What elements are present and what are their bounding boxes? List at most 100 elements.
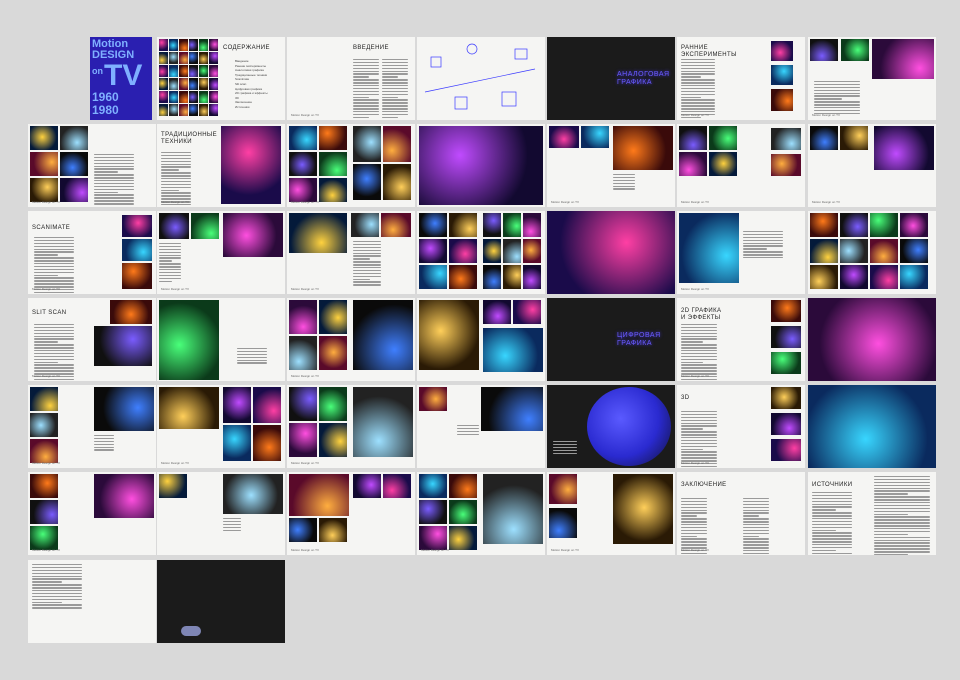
image-thumbnail xyxy=(419,474,447,498)
text-line xyxy=(382,99,408,101)
text-line xyxy=(161,195,191,197)
page-thumbnail[interactable] xyxy=(417,37,545,120)
text-line xyxy=(874,504,930,507)
page-thumbnail[interactable] xyxy=(417,298,545,381)
page-thumbnail[interactable] xyxy=(547,385,675,468)
text-line xyxy=(382,113,408,116)
text-line xyxy=(874,536,930,539)
chapter-title: 3D xyxy=(681,395,690,401)
text-line xyxy=(743,529,769,532)
page-thumbnail[interactable] xyxy=(417,385,545,468)
page-thumbnail[interactable]: SLIT SCAN Motion Design on TV xyxy=(28,298,156,381)
page-thumbnail[interactable] xyxy=(808,385,936,468)
text-line xyxy=(34,378,74,381)
image-thumbnail xyxy=(60,126,88,150)
chapter-title: ЗАКЛЮЧЕНИЕ xyxy=(681,482,727,488)
text-line xyxy=(353,105,379,107)
page-thumbnail[interactable]: 2D ГРАФИКА И ЭФФЕКТЫ Motion Design on TV xyxy=(677,298,805,381)
page-thumbnail[interactable]: Motion Design on TV xyxy=(287,124,415,207)
page-thumbnail[interactable] xyxy=(808,211,936,294)
text-line xyxy=(32,587,82,589)
image-thumbnail xyxy=(289,474,349,516)
page-thumbnail[interactable]: ЗАКЛЮЧЕНИЕ Motion Design on TV xyxy=(677,472,805,555)
text-line xyxy=(34,263,74,265)
image-thumbnail xyxy=(549,126,579,148)
text-line xyxy=(812,492,852,494)
text-line xyxy=(353,64,379,67)
page-thumbnail[interactable]: СОДЕРЖАНИЕ Введение Ранние эксперименты Ана… xyxy=(157,37,285,120)
image-thumbnail xyxy=(771,65,793,85)
page-thumbnail[interactable] xyxy=(28,560,156,643)
text-line xyxy=(34,239,74,242)
page-thumbnail[interactable] xyxy=(547,211,675,294)
cover-title-text: TV xyxy=(104,59,143,92)
page-thumbnail[interactable]: Motion Design on TV xyxy=(287,385,415,468)
text-block xyxy=(161,152,191,207)
page-thumbnail[interactable] xyxy=(157,560,285,643)
text-line xyxy=(34,364,74,366)
page-thumbnail[interactable]: Motion Design on TV xyxy=(287,472,415,555)
image-thumbnail xyxy=(513,300,541,324)
text-line xyxy=(457,430,479,433)
page-thumbnail[interactable] xyxy=(157,472,285,555)
page-thumbnail[interactable] xyxy=(417,124,545,207)
text-line xyxy=(681,361,703,363)
page-thumbnail[interactable]: РАННИЕ ЭКСПЕРИМЕНТЫ Motion Design on TV xyxy=(677,37,805,120)
text-line xyxy=(681,544,707,546)
page-thumbnail[interactable]: Motion Design on TV xyxy=(28,124,156,207)
page-thumbnail[interactable]: Motion Design on TV xyxy=(808,37,936,120)
image-thumbnail xyxy=(319,178,347,202)
text-line xyxy=(34,350,74,352)
text-line xyxy=(34,358,74,361)
text-line xyxy=(743,509,769,511)
image-thumbnail xyxy=(289,178,317,202)
cover-title-text: 1980 xyxy=(92,103,119,117)
image-thumbnail xyxy=(159,91,168,103)
page-thumbnail[interactable]: Motion Design on TV xyxy=(547,472,675,555)
page-thumbnail[interactable]: ВВЕДЕНИЕ Motion Design on TV xyxy=(287,37,415,120)
page-thumbnail[interactable]: Motion Design on TV xyxy=(677,211,805,294)
page-thumbnail[interactable]: ТРАДИЦИОННЫЕ ТЕХНИКИ Motion Design on TV xyxy=(157,124,285,207)
page-thumbnail[interactable]: Motion Design on TV xyxy=(808,124,936,207)
text-line xyxy=(812,520,852,523)
page-thumbnail[interactable]: SCANIMATE Motion Design on TV xyxy=(28,211,156,294)
text-line xyxy=(874,490,930,492)
page-footer: Motion Design on TV xyxy=(812,113,840,117)
page-thumbnail[interactable]: Motion Design on TV xyxy=(28,472,156,555)
page-thumbnail[interactable] xyxy=(157,298,285,381)
page-thumbnail[interactable]: Motion Design on TV xyxy=(677,124,805,207)
image-thumbnail xyxy=(771,387,801,409)
text-line xyxy=(34,324,74,326)
page-thumbnail[interactable]: 3D Motion Design on TV xyxy=(677,385,805,468)
chapter-title: SCANIMATE xyxy=(32,225,71,231)
image-thumbnail xyxy=(483,300,511,324)
image-thumbnail xyxy=(110,300,152,324)
text-line xyxy=(681,99,715,101)
page-thumbnail[interactable] xyxy=(808,298,936,381)
cover-page[interactable]: Motion DESIGN on TV 1960 1980 xyxy=(28,37,156,120)
page-thumbnail[interactable]: АНАЛОГОВАЯ ГРАФИКА xyxy=(547,37,675,120)
page-footer: Motion Design on TV xyxy=(32,548,60,552)
page-thumbnail[interactable]: Motion Design on TV xyxy=(287,298,415,381)
text-line xyxy=(94,156,134,159)
text-line xyxy=(613,176,635,179)
page-thumbnail[interactable]: Motion Design on TV xyxy=(28,385,156,468)
text-block xyxy=(743,498,769,555)
toc-item: Scanimate xyxy=(235,77,250,82)
page-thumbnail[interactable]: Motion Design on TV xyxy=(547,124,675,207)
image-thumbnail xyxy=(199,52,208,64)
text-line xyxy=(743,512,769,514)
page-thumbnail[interactable] xyxy=(417,211,545,294)
image-thumbnail xyxy=(840,213,868,237)
page-thumbnail[interactable]: Motion Design on TV xyxy=(417,472,545,555)
page-thumbnail[interactable]: Motion Design on TV xyxy=(157,211,285,294)
page-thumbnail[interactable]: Motion Design on TV xyxy=(287,211,415,294)
image-thumbnail xyxy=(319,518,347,542)
image-thumbnail xyxy=(179,52,188,64)
text-line xyxy=(94,443,114,446)
page-thumbnail[interactable]: ЦИФРОВАЯ ГРАФИКА xyxy=(547,298,675,381)
page-thumbnail[interactable]: ИСТОЧНИКИ xyxy=(808,472,936,555)
image-thumbnail xyxy=(289,300,317,334)
image-thumbnail xyxy=(159,39,168,51)
page-thumbnail[interactable]: Motion Design on TV xyxy=(157,385,285,468)
